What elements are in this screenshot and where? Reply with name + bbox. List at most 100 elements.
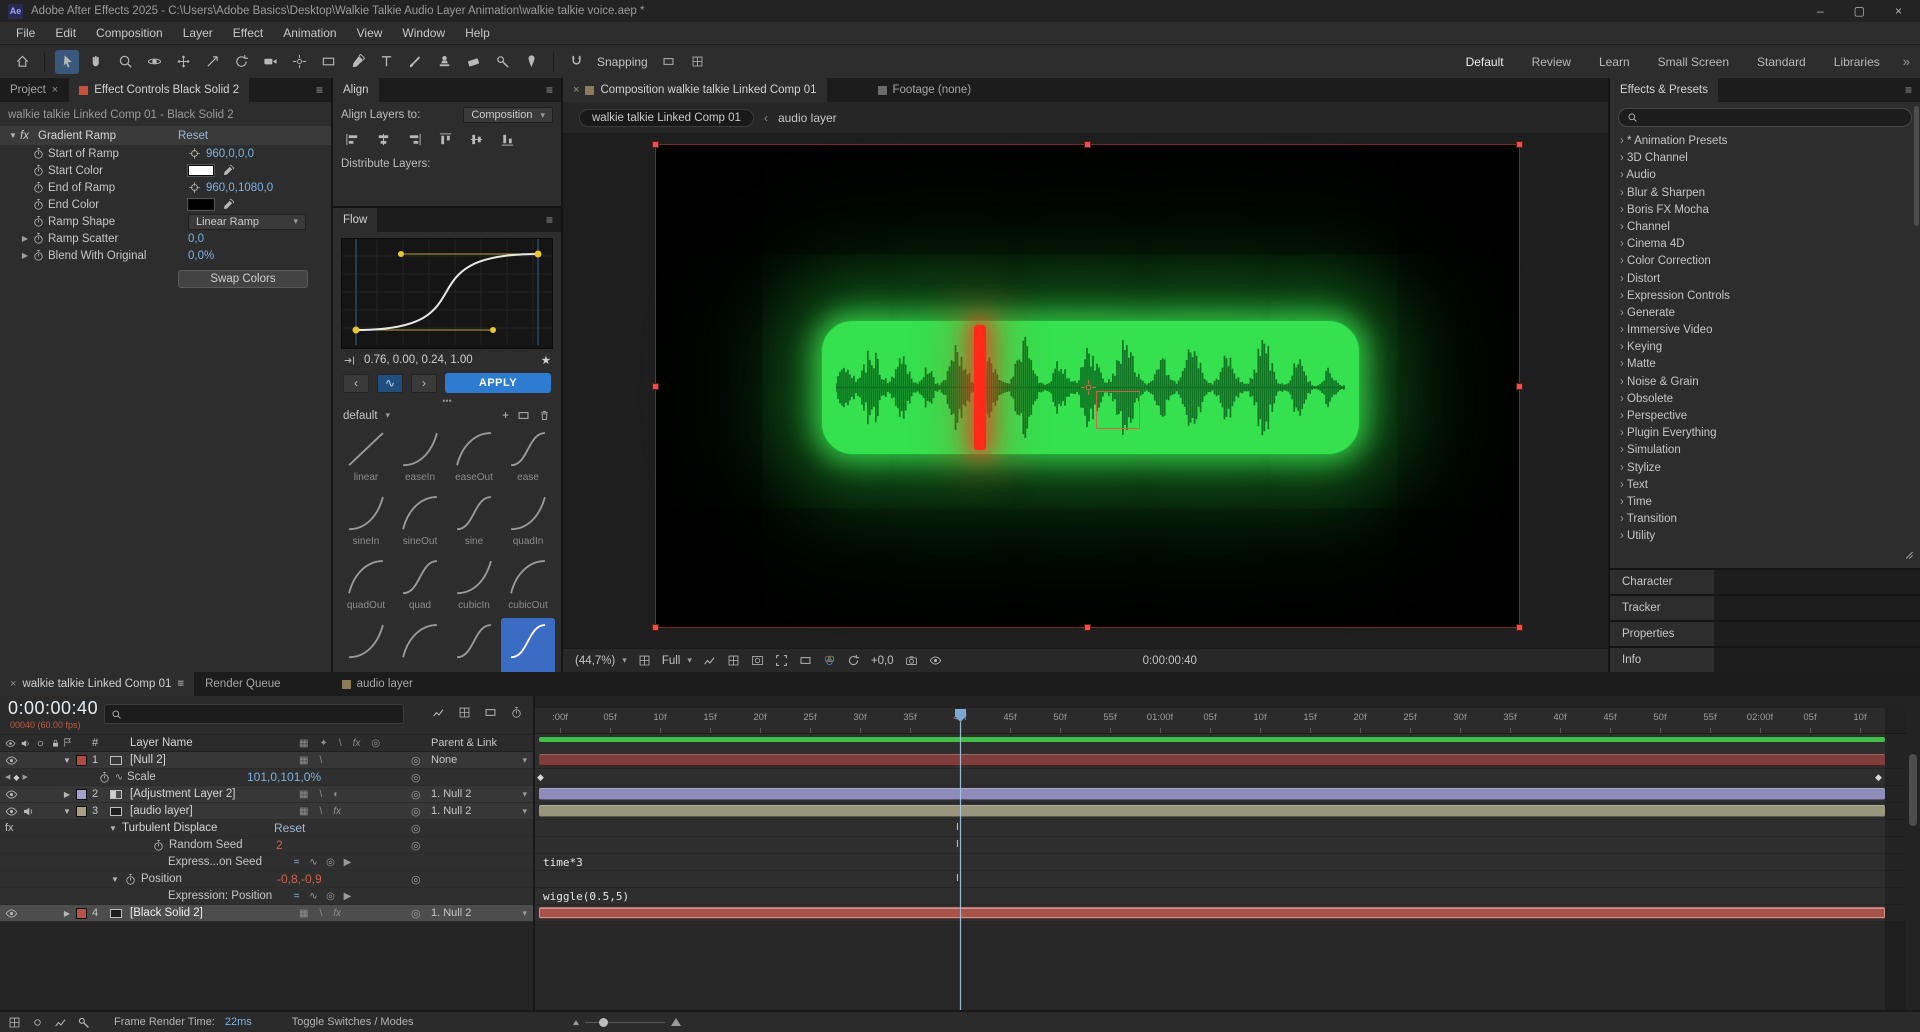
parent-dropdown[interactable]: 1. Null 2▾	[431, 805, 533, 817]
ruler-tick[interactable]: 45f	[985, 708, 1035, 723]
panel-menu-icon[interactable]: ≡	[177, 678, 184, 690]
collapse-switch-icon[interactable]: ▦	[299, 789, 308, 800]
invert-curve-button[interactable]: ∿	[377, 374, 403, 393]
eyedropper-icon[interactable]	[222, 198, 235, 211]
effects-category[interactable]: Text	[1610, 477, 1920, 494]
tab-footage[interactable]: Footage (none)	[868, 78, 982, 102]
ruler-tick[interactable]: 50f	[1035, 708, 1085, 723]
expander-icon[interactable]: ▶	[58, 909, 76, 918]
workspace-item[interactable]: Libraries	[1834, 55, 1880, 69]
property-value[interactable]: 2	[276, 838, 283, 852]
effects-category[interactable]: Boris FX Mocha	[1610, 202, 1920, 219]
menu-item[interactable]: Composition	[86, 26, 173, 40]
keyframe-icon[interactable]: ◆	[1875, 772, 1882, 783]
expression-language-icon[interactable]: ▶	[339, 857, 356, 868]
resize-handle[interactable]	[1516, 141, 1523, 148]
property-pickwhip-icon[interactable]: ◎	[411, 771, 431, 784]
preset-group-dropdown[interactable]: default	[343, 410, 378, 422]
shy-layers-icon[interactable]	[484, 706, 497, 719]
quality-switch-icon[interactable]: \	[319, 789, 322, 800]
type-tool[interactable]	[374, 50, 398, 74]
layer-name-column-header[interactable]: Layer Name	[130, 737, 299, 749]
show-channel-icon[interactable]	[823, 654, 836, 667]
ruler-tick[interactable]: 35f	[1485, 708, 1535, 723]
eye-icon[interactable]	[5, 788, 18, 801]
fx-switch-icon[interactable]: fx	[333, 908, 341, 919]
effects-category[interactable]: Obsolete	[1610, 391, 1920, 408]
camera-tool[interactable]	[258, 50, 282, 74]
expression-row[interactable]: Express...on Seed = ∿ ◎ ▶	[0, 854, 533, 871]
ruler-tick[interactable]: 05f	[1785, 708, 1835, 723]
panel-menu-icon[interactable]: ≡	[538, 208, 561, 232]
parent-link-column-header[interactable]: Parent & Link	[431, 737, 533, 749]
expander-icon[interactable]: ▶	[18, 234, 32, 243]
flow-preset-easeOut[interactable]: easeOut	[447, 426, 501, 490]
stopwatch-icon[interactable]	[32, 181, 45, 194]
ruler-tick[interactable]: 25f	[1385, 708, 1435, 723]
effects-category[interactable]: Time	[1610, 494, 1920, 511]
adjustment-switch-icon[interactable]: ◐	[333, 789, 339, 800]
snapping-label[interactable]: Snapping	[597, 55, 648, 69]
timeline-scrollbar[interactable]	[1906, 708, 1920, 1010]
side-panel-tab[interactable]: Character	[1610, 570, 1920, 594]
expander-icon[interactable]: ▼	[106, 875, 124, 884]
layer-name[interactable]: [Black Solid 2]	[130, 907, 299, 919]
effects-category[interactable]: Perspective	[1610, 408, 1920, 425]
pan-camera-tool[interactable]	[171, 50, 195, 74]
curve-io-icon[interactable]	[343, 354, 356, 367]
ruler-tick[interactable]: 45f	[1585, 708, 1635, 723]
home-button[interactable]	[10, 50, 34, 74]
effects-category[interactable]: Immersive Video	[1610, 322, 1920, 339]
effects-category[interactable]: Color Correction	[1610, 253, 1920, 270]
snapshot-icon[interactable]	[905, 654, 918, 667]
close-tab-icon[interactable]: ×	[573, 84, 579, 96]
effects-category[interactable]: Audio	[1610, 167, 1920, 184]
point-crosshair-icon[interactable]	[188, 147, 201, 160]
expression-language-icon[interactable]: ▶	[339, 891, 356, 902]
keyframe-toggle-icon[interactable]: ◆	[13, 773, 19, 782]
timeline-track-area[interactable]: :00f05f10f15f20f25f30f35f40f45f50f55f01:…	[535, 696, 1920, 1010]
next-preset-button[interactable]: ›	[411, 374, 437, 393]
flow-preset-cubicIn[interactable]: cubicIn	[447, 554, 501, 618]
expression-code[interactable]: wiggle(0.5,5)	[543, 890, 629, 903]
flow-preset-linear[interactable]: linear	[339, 426, 393, 490]
collapse-switch-icon[interactable]: ▦	[299, 908, 308, 919]
reset-effect-link[interactable]: Reset	[178, 130, 208, 142]
current-time-display[interactable]: 0:00:00:40	[8, 698, 98, 719]
side-panel-tab[interactable]: Tracker	[1610, 596, 1920, 620]
effect-group-row[interactable]: fx ▼ Turbulent Displace Reset ◎	[0, 820, 533, 837]
layer-row[interactable]: ▶ 2 [Adjustment Layer 2] ▦ \ ◐ ◎ 1. Null…	[0, 786, 533, 803]
ruler-tick[interactable]: 50f	[1635, 708, 1685, 723]
effects-category[interactable]: Noise & Grain	[1610, 374, 1920, 391]
effects-category[interactable]: Matte	[1610, 356, 1920, 373]
menu-item[interactable]: Effect	[223, 26, 273, 40]
flow-preset-quadIn[interactable]: quadIn	[501, 490, 555, 554]
breadcrumb-layer[interactable]: audio layer	[778, 111, 837, 125]
bezier-values[interactable]: 0.76, 0.00, 0.24, 1.00	[364, 354, 473, 366]
tab-project[interactable]: Project ×	[0, 78, 68, 102]
prev-preset-button[interactable]: ‹	[343, 374, 369, 393]
tab-flow[interactable]: Flow	[333, 208, 377, 232]
stopwatch-icon[interactable]	[32, 215, 45, 228]
ruler-tick[interactable]: 10f	[635, 708, 685, 723]
anchor-point-icon[interactable]	[1080, 379, 1097, 396]
snapping-toggle[interactable]	[564, 50, 588, 74]
menu-item[interactable]: Layer	[173, 26, 223, 40]
stopwatch-icon[interactable]	[32, 198, 45, 211]
expander-icon[interactable]: ▼	[6, 131, 20, 140]
ruler-tick[interactable]: 55f	[1685, 708, 1735, 723]
panel-menu-icon[interactable]: ≡	[1897, 78, 1920, 102]
expander-icon[interactable]: ▼	[58, 756, 76, 765]
color-swatch[interactable]	[188, 199, 214, 210]
maximize-button[interactable]: ▢	[1854, 4, 1865, 18]
pan-behind-tool[interactable]	[287, 50, 311, 74]
zoom-out-icon[interactable]	[573, 1020, 579, 1025]
effects-category[interactable]: Keying	[1610, 339, 1920, 356]
align-bottom-button[interactable]	[498, 130, 516, 148]
label-color-swatch[interactable]	[76, 806, 87, 817]
resize-handle[interactable]	[1084, 624, 1091, 631]
menu-item[interactable]: Help	[455, 26, 500, 40]
stopwatch-icon[interactable]	[32, 249, 45, 262]
collapse-switch-icon[interactable]: ▦	[299, 755, 308, 766]
ruler-tick[interactable]: 05f	[1185, 708, 1235, 723]
